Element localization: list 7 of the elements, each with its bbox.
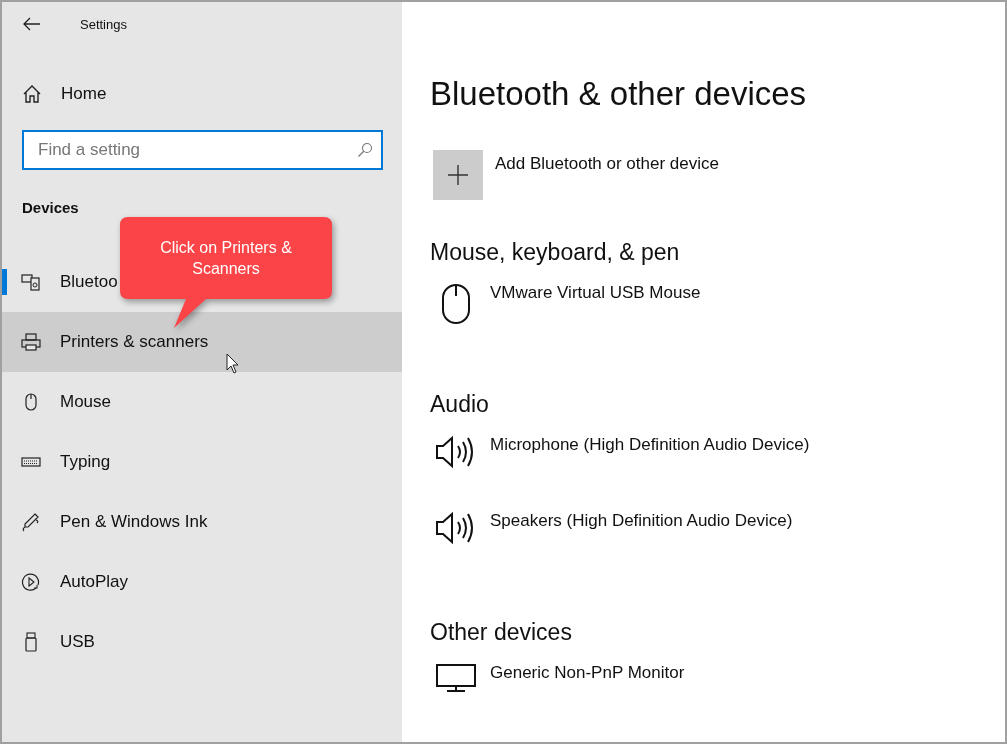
section-heading: Other devices <box>430 618 573 647</box>
callout-text: Click on Printers & Scanners <box>159 238 293 279</box>
page-title: Bluetooth & other devices <box>430 74 808 114</box>
section-heading: Mouse, keyboard, & pen <box>430 238 681 267</box>
window-title: Settings <box>80 16 127 32</box>
section-heading: Audio <box>430 390 490 419</box>
section-heading: Devices <box>22 199 80 218</box>
